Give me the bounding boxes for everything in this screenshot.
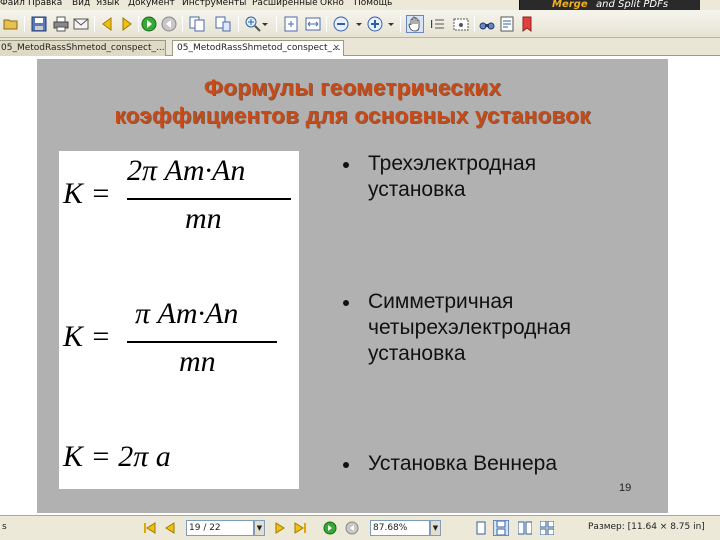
toolbar-separator	[326, 16, 327, 32]
formula-2-fraction-bar	[127, 341, 277, 343]
menu-window[interactable]: Окно	[320, 0, 344, 9]
toolbar-separator	[138, 16, 139, 32]
toolbar-separator	[276, 16, 277, 32]
go-forward-icon[interactable]	[140, 15, 158, 33]
toolbar-separator	[182, 16, 183, 32]
status-left-marker: s	[2, 522, 7, 532]
page-dropdown-icon[interactable]: ▼	[254, 520, 265, 536]
formula-panel: K = 2π Am·An mn K = π Am·An mn K = 2π a	[59, 151, 299, 489]
menu-advanced[interactable]: Расширенные	[252, 0, 318, 9]
single-page-icon[interactable]	[473, 520, 489, 536]
next-page-icon[interactable]	[118, 15, 136, 33]
page-title-line-1: Формулы геометрических	[203, 75, 502, 100]
menu-file[interactable]: Файл	[0, 0, 25, 9]
merge-split-banner[interactable]: Merge and Split PDFs	[519, 0, 700, 10]
find-text-icon[interactable]	[498, 15, 516, 33]
formula-1-lhs: K =	[63, 177, 111, 210]
document-tab-bar: 05_MetodRassShmetod_conspect_... 05_Meto…	[0, 38, 720, 56]
formula-2-lhs: K =	[63, 320, 111, 353]
menu-view[interactable]: Вид	[72, 0, 90, 9]
zoom-in-plus-icon[interactable]	[366, 15, 384, 33]
formula-2-numerator: π Am·An	[135, 297, 239, 330]
menu-language[interactable]: Язык	[96, 0, 120, 9]
continuous-facing-icon[interactable]	[539, 520, 555, 536]
bullet-2-line-1: Симметричная	[368, 290, 514, 313]
zoom-dropdown-icon[interactable]	[260, 15, 270, 33]
fit-width-icon[interactable]	[304, 15, 322, 33]
formula-3: K = 2π a	[63, 440, 171, 473]
bullet-3: Установка Веннера	[368, 451, 557, 477]
page-title: Формулы геометрических коэффициентов для…	[37, 74, 668, 130]
previous-page-icon[interactable]	[162, 520, 178, 536]
select-text-icon[interactable]: I	[428, 15, 446, 33]
snapshot-icon[interactable]	[452, 15, 470, 33]
bullet-3-line-1: Установка Веннера	[368, 452, 558, 475]
go-back-status-icon[interactable]	[344, 520, 360, 536]
go-forward-status-icon[interactable]	[322, 520, 338, 536]
svg-text:I: I	[430, 18, 433, 31]
banner-split-text: and Split PDFs	[596, 0, 669, 10]
menu-document[interactable]: Документ	[128, 0, 175, 9]
folder-icon[interactable]	[2, 15, 20, 33]
bullet-dot	[343, 462, 349, 468]
formula-1-numerator: 2π Am·An	[127, 154, 246, 187]
go-back-icon[interactable]	[160, 15, 178, 33]
formula-2-denominator: mn	[179, 345, 216, 378]
menu-help[interactable]: Помощь	[354, 0, 392, 9]
toolbar-separator	[400, 16, 401, 32]
page-title-line-2: коэффициентов для основных установок	[114, 103, 591, 128]
save-icon[interactable]	[30, 15, 48, 33]
document-view[interactable]: Формулы геометрических коэффициентов для…	[0, 57, 720, 515]
toolbar-separator	[474, 16, 475, 32]
pdf-page: Формулы геометрических коэффициентов для…	[37, 59, 668, 513]
bullet-1-line-1: Трехэлектродная	[368, 152, 537, 175]
facing-pages-icon[interactable]	[517, 520, 533, 536]
menu-bar: Файл Правка Вид Язык Документ Инструмент…	[0, 0, 720, 10]
bullet-1: Трехэлектродная установка	[368, 151, 536, 203]
banner-merge-text: Merge	[552, 0, 588, 10]
print-icon[interactable]	[52, 15, 70, 33]
hand-tool-icon[interactable]	[406, 15, 424, 33]
menu-edit[interactable]: Правка	[28, 0, 62, 9]
tab-document-1[interactable]: 05_MetodRassShmetod_conspect_...	[0, 40, 166, 56]
first-page-icon[interactable]	[142, 520, 158, 536]
bullet-dot	[343, 162, 349, 168]
zoom-out-icon[interactable]	[332, 15, 350, 33]
tab-label: 05_MetodRassShmetod_conspect_...	[1, 43, 165, 53]
bookmark-icon[interactable]	[518, 15, 536, 33]
status-bar: s 19 / 22 ▼ 87.68% ▼ Размер: [11.64 × 8.…	[0, 515, 720, 540]
copy-icon[interactable]	[188, 15, 206, 33]
tab-document-2[interactable]: 05_MetodRassShmetod_conspect_... ×	[172, 40, 344, 56]
find-icon[interactable]	[478, 15, 496, 33]
bullet-2-line-3: установка	[368, 342, 466, 365]
bullet-2-line-2: четырехэлектродная	[368, 316, 572, 339]
zoom-preset-dropdown-icon[interactable]	[386, 15, 396, 33]
last-page-icon[interactable]	[292, 520, 308, 536]
page-size-label: Размер: [11.64 × 8.75 in]	[588, 522, 705, 532]
prev-page-icon[interactable]	[98, 15, 116, 33]
toolbar-separator	[24, 16, 25, 32]
menu-tools[interactable]: Инструменты	[182, 0, 246, 9]
bullet-1-line-2: установка	[368, 178, 466, 201]
zoom-field-dropdown-icon[interactable]: ▼	[430, 520, 441, 536]
continuous-page-icon[interactable]	[493, 520, 509, 536]
next-page-status-icon[interactable]	[272, 520, 288, 536]
slide-page-number: 19	[619, 482, 632, 494]
bullet-2: Симметричная четырехэлектродная установк…	[368, 289, 571, 367]
tab-label: 05_MetodRassShmetod_conspect_...	[177, 43, 341, 53]
fit-page-icon[interactable]	[282, 15, 300, 33]
extract-icon[interactable]	[214, 15, 232, 33]
formula-1-denominator: mn	[185, 202, 222, 235]
page-number-field[interactable]: 19 / 22	[186, 520, 254, 536]
toolbar: I	[0, 10, 720, 38]
toolbar-separator	[238, 16, 239, 32]
bullet-dot	[343, 300, 349, 306]
zoom-field[interactable]: 87.68%	[370, 520, 430, 536]
formula-1-fraction-bar	[127, 198, 291, 200]
tab-close-icon[interactable]: ×	[332, 41, 340, 55]
toolbar-separator	[94, 16, 95, 32]
email-icon[interactable]	[72, 15, 90, 33]
